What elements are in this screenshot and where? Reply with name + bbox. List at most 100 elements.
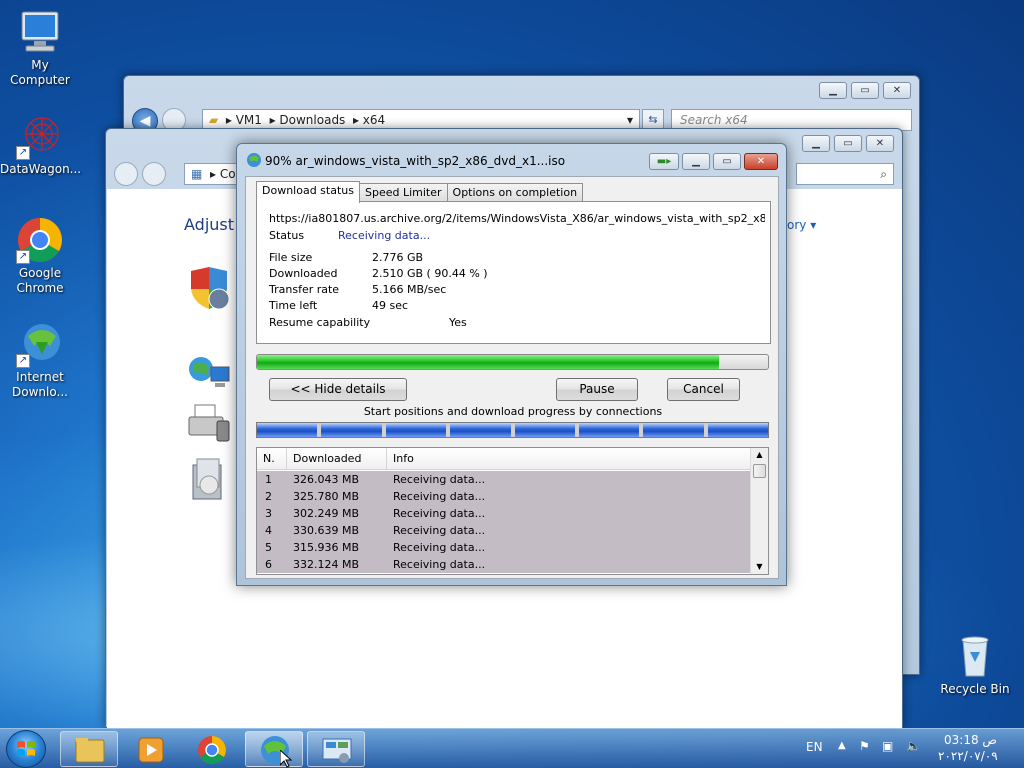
connection-segment <box>257 423 318 437</box>
search-input[interactable]: ⌕ <box>796 163 894 185</box>
arrow-right-icon: ▬▸ <box>656 156 672 167</box>
minimize-button[interactable]: ▁ <box>802 135 830 152</box>
table-row[interactable]: 6 332.124 MB Receiving data... <box>257 556 750 573</box>
scroll-up-arrow-icon[interactable]: ▲ <box>751 448 768 462</box>
field-value: 2.776 GB <box>372 251 424 264</box>
taskbar-chrome[interactable] <box>182 731 240 767</box>
taskbar-explorer[interactable] <box>60 731 118 767</box>
scroll-thumb[interactable] <box>753 464 766 478</box>
idm-title-icon <box>246 152 262 168</box>
idm-icon: ↗ <box>16 320 64 368</box>
cancel-button[interactable]: Cancel <box>667 378 740 401</box>
start-button[interactable] <box>6 730 46 768</box>
table-row[interactable]: 1 326.043 MB Receiving data... <box>257 471 750 488</box>
download-progress-dialog[interactable]: 90% ar_windows_vista_with_sp2_x86_dvd_x1… <box>236 143 787 586</box>
column-header-number[interactable]: N. <box>257 448 287 470</box>
taskbar: EN ▲ ⚑ ▣ 🔈 03:18 ص ٢٠٢٢/٠٧/٠٩ <box>0 728 1024 768</box>
network-icon[interactable] <box>187 353 231 393</box>
datawagon-logo-icon: ↗ <box>16 112 64 160</box>
desktop-icon-label: Recycle Bin <box>940 682 1010 696</box>
close-button[interactable]: ✕ <box>883 82 911 99</box>
chevron-down-icon[interactable]: ▾ <box>627 110 633 130</box>
breadcrumb-downloads[interactable]: Downloads <box>279 113 345 127</box>
maximize-button[interactable]: ▭ <box>834 135 862 152</box>
column-header-info[interactable]: Info <box>387 448 739 470</box>
search-icon: ⌕ <box>880 167 887 181</box>
desktop-icon-recycle-bin[interactable]: Recycle Bin <box>935 632 1015 697</box>
desktop-icon-label: Google Chrome <box>16 266 64 295</box>
table-body: 1 326.043 MB Receiving data... 2 325.780 MB R… <box>257 471 750 573</box>
show-hidden-icons-arrow-icon[interactable]: ▲ <box>838 740 846 751</box>
control-panel-icon: ▦ <box>191 167 203 181</box>
field-value: 2.510 GB ( 90.44 % ) <box>372 267 488 280</box>
minimize-button[interactable]: ▁ <box>819 82 847 99</box>
connections-table[interactable]: N. Downloaded Info 1 326.043 MB Receiving … <box>256 447 769 575</box>
field-value: 5.166 MB/sec <box>372 283 447 296</box>
scroll-down-arrow-icon[interactable]: ▼ <box>751 560 768 574</box>
connection-segment <box>385 423 447 437</box>
field-label: File size <box>269 251 313 264</box>
field-value: 49 sec <box>372 299 409 312</box>
hide-details-button[interactable]: << Hide details <box>269 378 407 401</box>
breadcrumb-fragment[interactable]: Co <box>220 167 236 181</box>
mouse-cursor-icon <box>279 748 293 768</box>
dialog-title: 90% ar_windows_vista_with_sp2_x86_dvd_x1… <box>265 154 566 168</box>
connection-downloaded: 326.043 MB <box>293 473 360 486</box>
language-indicator[interactable]: EN <box>806 740 823 754</box>
breadcrumb-vm1[interactable]: VM1 <box>236 113 262 127</box>
close-button[interactable]: ✕ <box>744 153 778 170</box>
table-row[interactable]: 5 315.936 MB Receiving data... <box>257 539 750 556</box>
taskbar-media-player[interactable] <box>121 731 179 767</box>
vertical-scrollbar[interactable]: ▲ ▼ <box>750 448 768 574</box>
clock-time[interactable]: 03:18 ص <box>944 733 997 747</box>
tab-speed-limiter[interactable]: Speed Limiter <box>358 183 448 202</box>
table-row[interactable]: 3 302.249 MB Receiving data... <box>257 505 750 522</box>
connection-segment <box>707 423 768 437</box>
tab-download-status[interactable]: Download status <box>256 181 360 203</box>
desktop-icon-my-computer[interactable]: My Computer <box>0 8 80 88</box>
maximize-button[interactable]: ▭ <box>851 82 879 99</box>
connection-number: 5 <box>265 541 272 554</box>
tab-options-on-completion[interactable]: Options on completion <box>446 183 584 202</box>
taskbar-control-panel[interactable] <box>307 731 365 767</box>
volume-icon[interactable]: 🔈 <box>906 739 921 753</box>
back-button[interactable] <box>114 162 138 186</box>
network-status-icon[interactable]: ▣ <box>882 739 893 753</box>
desktop-icon-internet-download-manager[interactable]: ↗ Internet Downlo... <box>0 320 80 400</box>
download-progress-bar <box>256 354 769 370</box>
download-status-panel: https://ia801807.us.archive.org/2/items/… <box>256 201 771 344</box>
taskbar-idm[interactable] <box>245 731 303 767</box>
connection-info: Receiving data... <box>393 473 486 486</box>
table-row[interactable]: 2 325.780 MB Receiving data... <box>257 488 750 505</box>
security-shield-icon[interactable] <box>187 267 231 311</box>
connection-info: Receiving data... <box>393 558 486 571</box>
programs-icon[interactable] <box>189 457 229 501</box>
connection-info: Receiving data... <box>393 507 486 520</box>
field-label: Time left <box>269 299 318 312</box>
close-button[interactable]: ✕ <box>866 135 894 152</box>
table-row[interactable]: 4 330.639 MB Receiving data... <box>257 522 750 539</box>
forward-button[interactable] <box>142 162 166 186</box>
column-header-downloaded[interactable]: Downloaded <box>287 448 387 470</box>
field-value: Yes <box>449 316 467 329</box>
desktop-icon-google-chrome[interactable]: ↗ Google Chrome <box>0 216 80 296</box>
field-label: Downloaded <box>269 267 338 280</box>
shortcut-arrow-icon: ↗ <box>16 354 30 368</box>
maximize-button[interactable]: ▭ <box>713 153 741 170</box>
action-center-icon[interactable]: ⚑ <box>859 739 870 753</box>
breadcrumb-x64[interactable]: x64 <box>363 113 385 127</box>
computer-icon <box>16 8 64 56</box>
chrome-icon: ↗ <box>16 216 64 264</box>
clock-date[interactable]: ٢٠٢٢/٠٧/٠٩ <box>938 749 998 763</box>
minimize-to-tray-button[interactable]: ▬▸ <box>649 153 679 170</box>
connection-downloaded: 325.780 MB <box>293 490 360 503</box>
connection-downloaded: 330.639 MB <box>293 524 360 537</box>
view-by-link[interactable]: ory ▾ <box>787 218 816 232</box>
connection-segment <box>450 423 511 437</box>
printer-icon[interactable] <box>187 403 231 443</box>
desktop-icon-datawagon[interactable]: ↗ DataWagon... <box>0 112 81 177</box>
pause-button[interactable]: Pause <box>556 378 638 401</box>
connection-segment <box>321 423 382 437</box>
minimize-button[interactable]: ▁ <box>682 153 710 170</box>
connection-downloaded: 302.249 MB <box>293 507 360 520</box>
